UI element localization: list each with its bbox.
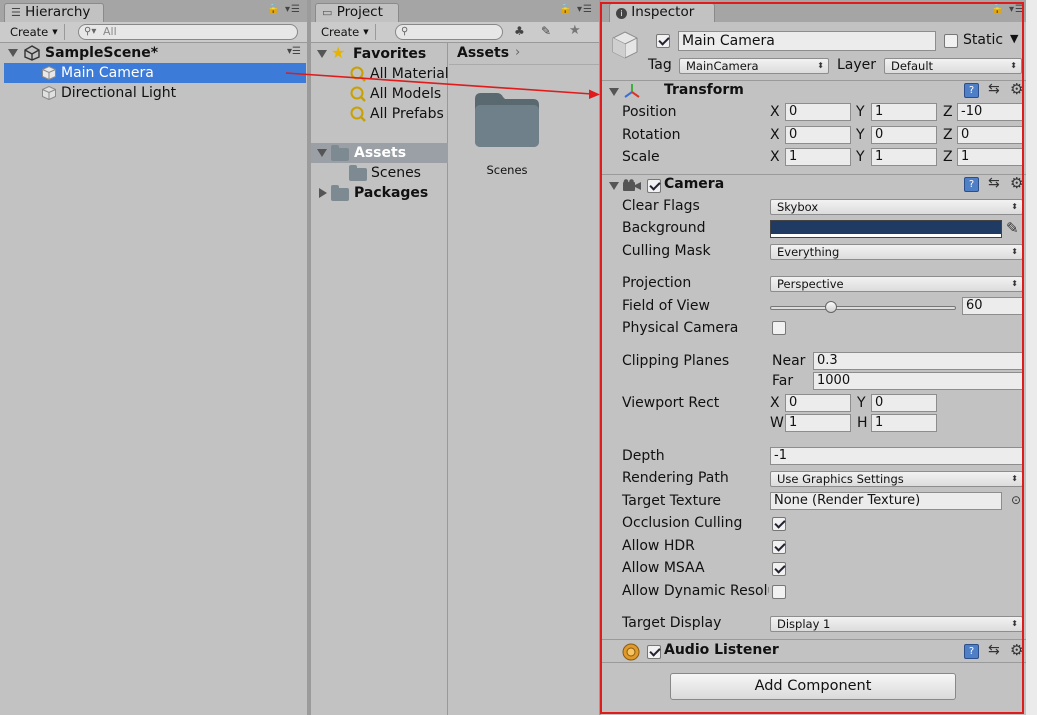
annotation-arrow — [285, 72, 600, 99]
right-gutter — [1026, 0, 1037, 715]
